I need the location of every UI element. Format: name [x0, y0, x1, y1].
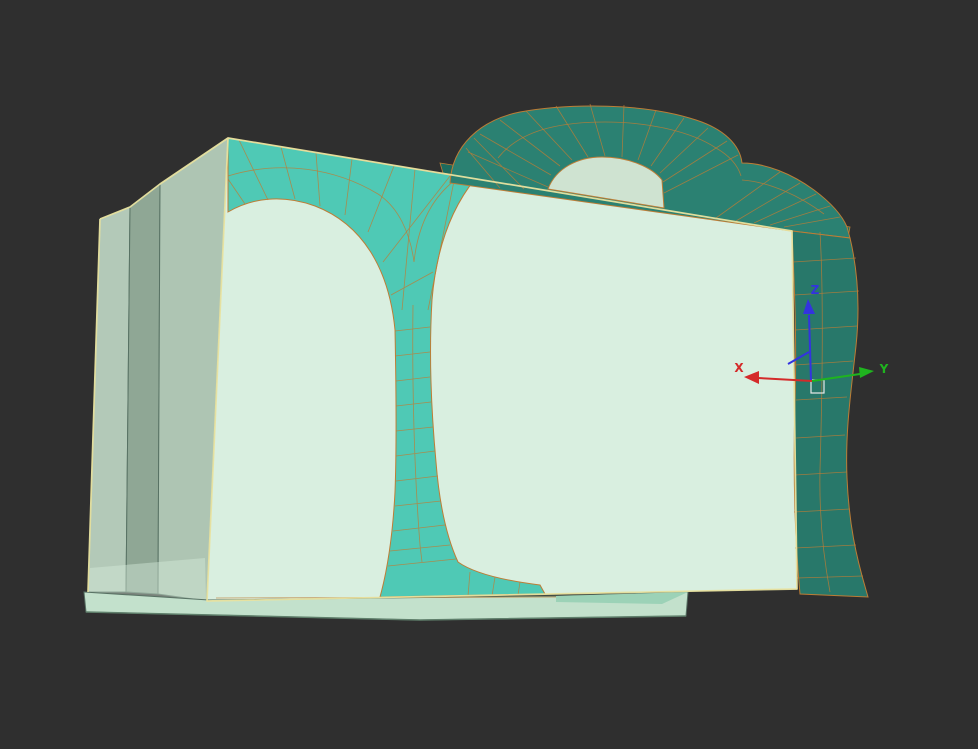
viewport-canvas[interactable]: Z X Y	[0, 0, 978, 749]
mesh-object[interactable]	[83, 103, 869, 621]
z-axis-label: Z	[811, 283, 820, 297]
y-axis-label: Y	[879, 362, 889, 376]
viewport: Z X Y	[0, 0, 978, 749]
side-face-middle[interactable]	[125, 182, 161, 595]
x-axis-label: X	[734, 361, 744, 375]
